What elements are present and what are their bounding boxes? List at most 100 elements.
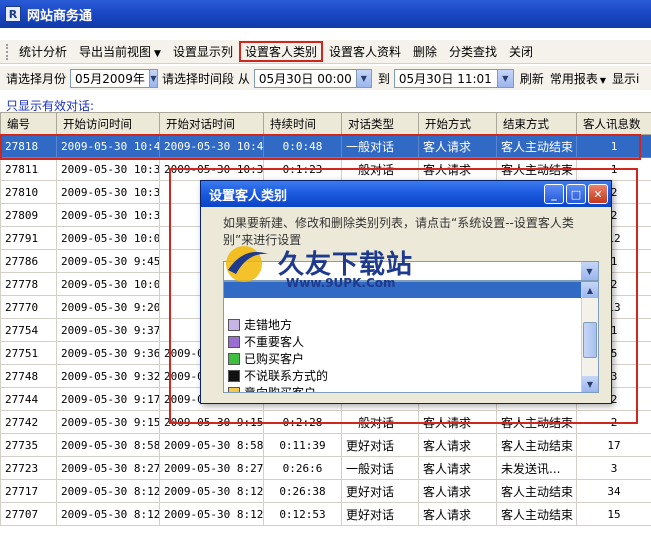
table-cell: 更好对话 <box>341 433 419 457</box>
dialog-message: 如果要新建、修改和删除类别列表，请点击“系统设置--设置客人类别”来进行设置 <box>223 216 574 247</box>
list-item[interactable]: 走错地方 <box>224 316 598 333</box>
table-cell: 27744 <box>0 387 57 411</box>
menu-set-visitor-category[interactable]: 设置客人类别 <box>238 41 323 62</box>
table-cell: 客人请求 <box>418 456 497 480</box>
dropdown-arrow-icon: ▼ <box>154 49 161 59</box>
table-cell: 27809 <box>0 203 57 227</box>
list-item-label: 已购买客户 <box>244 352 305 366</box>
table-cell: 客人主动结束 <box>496 502 577 526</box>
col-header[interactable]: 开始对话时间 <box>159 112 264 135</box>
table-cell: 0:12:53 <box>263 502 342 526</box>
table-cell: 2009-05-30 8:12 <box>159 479 264 503</box>
menu-export-label: 导出当前视图 <box>79 45 152 59</box>
list-item[interactable]: 不说联系方式的 <box>224 367 598 384</box>
table-cell: 更好对话 <box>341 479 419 503</box>
month-select[interactable]: 05月2009年 ▼ <box>70 68 159 88</box>
table-cell: 27754 <box>0 318 57 342</box>
minimize-icon[interactable]: _ <box>544 184 564 204</box>
chevron-down-icon[interactable]: ▼ <box>355 69 371 87</box>
table-cell: 一般对话 <box>341 134 419 158</box>
chevron-down-icon[interactable]: ▼ <box>148 69 158 87</box>
maximize-icon[interactable]: □ <box>566 184 586 204</box>
scroll-up-icon[interactable]: ▲ <box>582 282 598 298</box>
menu-set-category-label: 设置客人类别 <box>244 45 317 59</box>
category-list: 走错地方不重要客人已购买客户不说联系方式的意向购买客户李开刚test ▲ ▼ <box>223 281 599 393</box>
table-cell: 2009-05-30 8:58 <box>56 433 160 457</box>
col-header[interactable]: 开始访问时间 <box>56 112 160 135</box>
table-cell: 2009-05-30 8:58 <box>159 433 264 457</box>
list-item-selected[interactable] <box>224 282 598 298</box>
table-cell: 客人主动结束 <box>496 479 577 503</box>
window-titlebar[interactable]: R 网站商务通 <box>0 0 651 28</box>
table-cell: 27810 <box>0 180 57 204</box>
month-label: 请选择月份 <box>6 71 67 86</box>
list-item[interactable]: 不重要客人 <box>224 333 598 350</box>
table-cell: 2009-05-30 9:17 <box>56 387 160 411</box>
list-item-label: 走错地方 <box>244 318 293 332</box>
color-swatch-icon <box>228 335 240 348</box>
table-row[interactable]: 27811 2009-05-30 10:39 2009-05-30 10:39 0:1… <box>0 157 651 181</box>
table-cell: 客人主动结束 <box>496 410 577 434</box>
table-cell: 1 <box>576 134 651 158</box>
list-item-label: 不说联系方式的 <box>244 369 329 383</box>
table-row[interactable]: 27735 2009-05-30 8:58 2009-05-30 8:58 0:11:… <box>0 433 651 457</box>
from-time-select[interactable]: 05月30日 00:00 ▼ <box>253 68 372 88</box>
table-row[interactable]: 27723 2009-05-30 8:27 2009-05-30 8:27 0:26:… <box>0 456 651 480</box>
menu-delete[interactable]: 删除 <box>407 41 443 62</box>
to-time-select[interactable]: 05月30日 11:01 ▼ <box>393 68 514 88</box>
dropdown-arrow-icon: ▼ <box>599 75 607 85</box>
table-cell: 2 <box>576 410 651 434</box>
table-cell: 27735 <box>0 433 57 457</box>
window-title: 网站商务通 <box>27 8 93 24</box>
table-row[interactable]: 27707 2009-05-30 8:12 2009-05-30 8:12 0:12:… <box>0 502 651 526</box>
to-time-value: 05月30日 11:01 <box>398 71 492 86</box>
col-header[interactable]: 开始方式 <box>418 112 497 135</box>
menu-category-search[interactable]: 分类查找 <box>443 41 503 62</box>
table-row[interactable]: 27818 2009-05-30 10:47 2009-05-30 10:47 0:0… <box>0 134 651 158</box>
col-header[interactable]: 对话类型 <box>341 112 419 135</box>
show-menu[interactable]: 显示i <box>612 70 639 87</box>
toolbar-grip[interactable] <box>6 43 9 60</box>
table-cell: 客人请求 <box>418 134 497 158</box>
scroll-thumb[interactable] <box>583 322 597 358</box>
menu-export-view[interactable]: 导出当前视图 ▼ <box>73 41 167 62</box>
table-cell: 27778 <box>0 272 57 296</box>
chevron-down-icon[interactable]: ▼ <box>496 69 513 87</box>
table-cell: 2009-05-30 9:45 <box>56 249 160 273</box>
table-cell: 27818 <box>0 134 57 158</box>
category-select[interactable]: ▼ <box>223 261 599 281</box>
list-item[interactable]: 意向购买客户 <box>224 384 598 392</box>
menu-set-visitor-info[interactable]: 设置客人资料 <box>323 41 407 62</box>
filter-bar: 请选择月份 05月2009年 ▼ 请选择时间段 从 05月30日 00:00 ▼… <box>0 66 651 90</box>
close-icon[interactable]: ✕ <box>588 184 608 204</box>
menu-stats[interactable]: 统计分析 <box>13 41 73 62</box>
list-scrollbar[interactable]: ▲ ▼ <box>581 282 598 392</box>
table-cell: 客人主动结束 <box>496 134 577 158</box>
scroll-down-icon[interactable]: ▼ <box>582 376 598 392</box>
set-category-dialog: 设置客人类别 _ □ ✕ 如果要新建、修改和删除类别列表，请点击“系统设置--设… <box>200 180 612 404</box>
color-swatch-icon <box>228 369 240 382</box>
col-header[interactable]: 持续时间 <box>263 112 342 135</box>
menu-set-columns[interactable]: 设置显示列 <box>167 41 239 62</box>
table-cell: 1 <box>576 157 651 181</box>
col-header[interactable]: 客人讯息数 <box>576 112 651 135</box>
menu-close[interactable]: 关闭 <box>503 41 539 62</box>
reports-menu[interactable]: 常用报表 ▼ <box>550 70 606 87</box>
refresh-button[interactable]: 刷新 <box>520 70 544 87</box>
table-cell: 2009-05-30 10:06 <box>56 272 160 296</box>
table-row[interactable]: 27717 2009-05-30 8:12 2009-05-30 8:12 0:26:… <box>0 479 651 503</box>
period-label: 请选择时间段 从 <box>162 71 250 86</box>
chevron-down-icon[interactable]: ▼ <box>581 262 598 280</box>
col-header[interactable]: 结束方式 <box>496 112 577 135</box>
table-cell: 0:1:23 <box>263 157 342 181</box>
table-cell: 3 <box>576 456 651 480</box>
table-cell: 2009-05-30 9:15 <box>56 410 160 434</box>
col-header[interactable]: 编号 <box>0 112 57 135</box>
table-row[interactable]: 27742 2009-05-30 9:15 2009-05-30 9:15 0:2:2… <box>0 410 651 434</box>
table-header: 编号 开始访问时间 开始对话时间 持续时间 对话类型 开始方式 结束方式 客人讯… <box>0 112 651 135</box>
table-cell: 2009-05-30 9:37 <box>56 318 160 342</box>
list-item[interactable]: 已购买客户 <box>224 350 598 367</box>
table-cell: 客人主动结束 <box>496 433 577 457</box>
table-cell: 0:2:28 <box>263 410 342 434</box>
dialog-titlebar[interactable]: 设置客人类别 _ □ ✕ <box>201 181 611 207</box>
